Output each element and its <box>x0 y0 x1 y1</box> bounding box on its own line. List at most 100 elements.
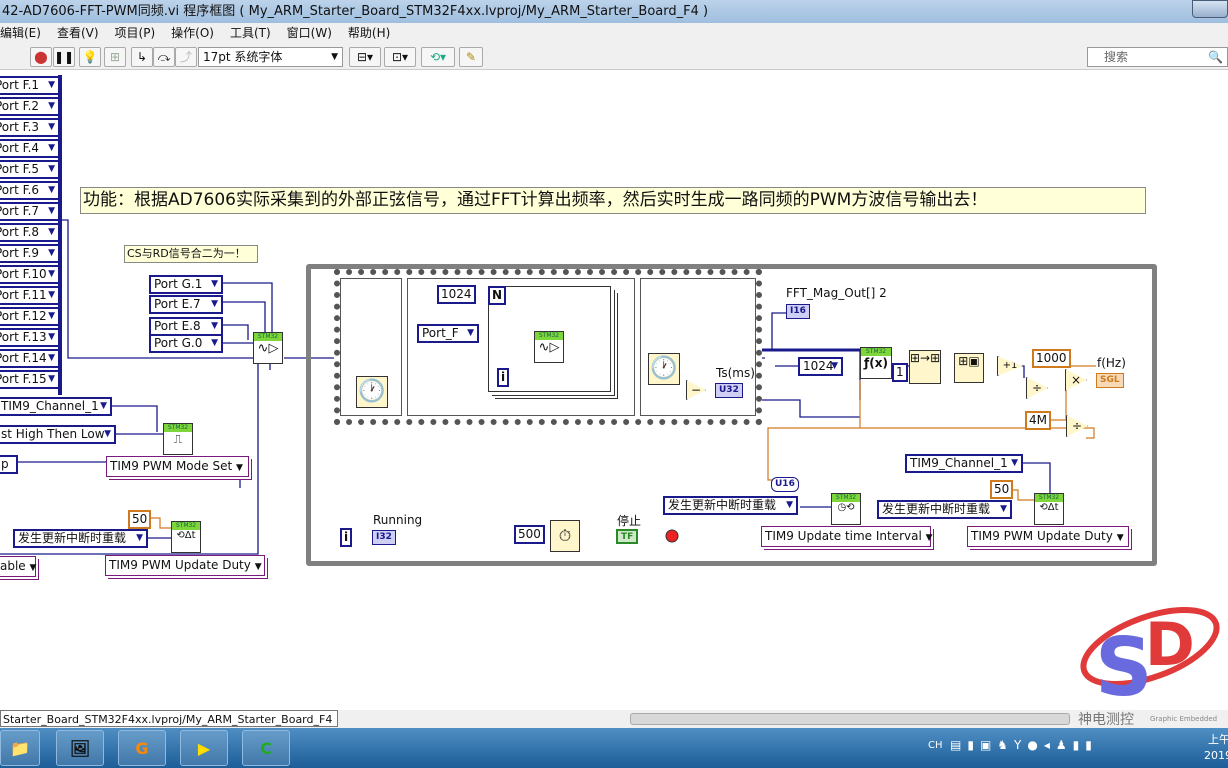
tray-icons[interactable]: ▤▮▣♞Y●◂♟▮▮ <box>950 738 1098 752</box>
pwm-mode-enum[interactable]: st High Then Low ▼ <box>0 425 116 444</box>
port-f2[interactable]: Port F.2▼ <box>0 97 60 116</box>
svg-text:S: S <box>1095 621 1153 710</box>
stop-button[interactable]: TF <box>616 529 639 544</box>
port-f15[interactable]: Port F.15 ▼ <box>0 370 60 389</box>
for-loop-index: i <box>497 368 510 387</box>
status-bar: Starter_Board_STM32F4xx.lvproj/My_ARM_St… <box>0 710 1228 728</box>
search-placeholder: 搜索 <box>1104 50 1129 64</box>
port-f-enum[interactable]: Port_F ▼ <box>417 324 479 343</box>
port-f9[interactable]: Port F.9▼ <box>0 244 60 263</box>
u16-conversion: U16 <box>771 477 799 492</box>
step-over-icon[interactable]: ⤼ <box>153 47 175 67</box>
cleanup-diagram-icon[interactable]: ✎ <box>459 47 483 67</box>
language-indicator[interactable]: CH <box>928 740 943 751</box>
tim9-channel-enum-right[interactable]: TIM9_Channel_1 ▼ <box>905 454 1023 473</box>
wait-const[interactable]: 500 <box>514 525 545 544</box>
port-f4[interactable]: Port F.4▼ <box>0 139 60 158</box>
reorder-icon[interactable]: ⟲▾ <box>421 47 455 67</box>
ts-indicator: U32 <box>715 383 743 398</box>
logo-text: 神电测控 <box>1078 712 1134 728</box>
svg-text:D: D <box>1145 610 1195 680</box>
port-f8[interactable]: Port F.8▼ <box>0 223 60 242</box>
camtasia-taskbar-icon[interactable]: C <box>242 730 290 766</box>
clock-time[interactable]: 上午 <box>1208 731 1228 747</box>
freq-indicator: SGL <box>1096 373 1124 388</box>
photo-viewer-taskbar-icon[interactable]: 🖼 <box>56 730 104 766</box>
search-input[interactable]: 搜索 🔍 <box>1087 47 1228 67</box>
update-duty-ring-left[interactable]: TIM9 PWM Update Duty ▼ <box>105 555 265 576</box>
pause-icon[interactable]: ❚❚ <box>53 47 75 67</box>
step-out-icon[interactable]: ⤴ <box>175 47 197 67</box>
pwm-mode-subvi[interactable]: STM32 ⎍ <box>163 423 193 455</box>
cs-rd-comment: CS与RD信号合二为一！ <box>124 245 258 263</box>
port-f11[interactable]: Port F.11 ▼ <box>0 286 60 305</box>
retain-wire-values-icon[interactable]: ⊞ <box>104 47 126 67</box>
step-into-icon[interactable]: ↳ <box>131 47 153 67</box>
menu-operate[interactable]: 操作(O) <box>171 23 214 43</box>
abort-icon[interactable]: ⬤ <box>30 47 52 67</box>
enable-ring[interactable]: able ▼ <box>0 556 36 577</box>
menu-help[interactable]: 帮助(H) <box>348 23 390 43</box>
port-f7[interactable]: Port F.7▼ <box>0 202 60 221</box>
pwm-duty-subvi-left[interactable]: STM32 ⟲Δt <box>171 521 201 553</box>
k1000-const[interactable]: 1000 <box>1032 349 1071 368</box>
n-const[interactable]: 1024 <box>437 285 476 304</box>
port-f3[interactable]: Port F.3▼ <box>0 118 60 137</box>
function-icon: ƒ(x) <box>864 356 888 370</box>
pwm-duty-subvi-right[interactable]: STM32 ⟲Δt <box>1034 493 1064 525</box>
reload-enum-right-1[interactable]: 发生更新中断时重载 ▼ <box>663 496 798 515</box>
port-f14[interactable]: Port F.14 ▼ <box>0 349 60 368</box>
font-select[interactable]: 17pt 系统字体 ▼ <box>198 47 343 67</box>
menu-project[interactable]: 项目(P) <box>115 23 156 43</box>
duty-const-left[interactable]: 50 <box>128 510 152 529</box>
port-g1[interactable]: Port G.1 ▼ <box>149 275 223 294</box>
tim9-channel-enum-left[interactable]: TIM9_Channel_1 ▼ <box>0 397 112 416</box>
reload-enum-left[interactable]: 发生更新中断时重载 ▼ <box>13 529 148 548</box>
port-f1[interactable]: Port F.1▼ <box>0 76 60 95</box>
update-duty-ring-right[interactable]: TIM9 PWM Update Duty ▼ <box>967 526 1129 547</box>
highlight-execution-icon[interactable]: 💡 <box>79 47 101 67</box>
distribute-icon[interactable]: ⊡▾ <box>384 47 416 67</box>
menu-window[interactable]: 窗口(W) <box>287 23 332 43</box>
menu-view[interactable]: 查看(V) <box>57 23 99 43</box>
toolbar: ⬤ ❚❚ 💡 ⊞ ↳ ⤼ ⤴ 17pt 系统字体 ▼ ⊟▾ ⊡▾ ⟲▾ ✎ <box>0 43 1228 70</box>
update-interval-subvi[interactable]: STM32 ◷⟲ <box>831 493 861 525</box>
duty-const-right[interactable]: 50 <box>990 480 1014 499</box>
function-comment: 功能：根据AD7606实际采集到的外部正弦信号，通过FFT计算出频率，然后实时生… <box>80 187 1146 214</box>
one-const[interactable]: 1 <box>892 363 908 382</box>
sine-icon: ∿▷ <box>257 341 279 356</box>
port-f10[interactable]: Port F.10 ▼ <box>0 265 60 284</box>
port-e7[interactable]: Port E.7 ▼ <box>149 295 223 314</box>
port-f5[interactable]: Port F.5▼ <box>0 160 60 179</box>
partial-enum[interactable]: p <box>0 455 18 474</box>
labview-taskbar-icon[interactable]: ▶ <box>180 730 228 766</box>
explorer-taskbar-icon[interactable]: 📁 <box>0 730 40 766</box>
pwm-mode-set-ring[interactable]: TIM9 PWM Mode Set ▼ <box>106 456 249 477</box>
menu-tools[interactable]: 工具(T) <box>230 23 271 43</box>
fft-size-enum[interactable]: 1024 ▼ <box>798 357 843 376</box>
k4m-const[interactable]: 4M <box>1025 411 1051 430</box>
minimize-button[interactable] <box>1192 0 1228 18</box>
adc-read-subvi[interactable]: STM32 ∿▷ <box>534 331 564 363</box>
block-diagram[interactable]: Port F.1▼ Port F.2▼ Port F.3▼ Port F.4▼ … <box>0 70 1228 710</box>
gpio-init-subvi[interactable]: STM32 ∿▷ <box>253 332 283 364</box>
sine-icon: ∿▷ <box>538 340 560 355</box>
fft-subvi[interactable]: STM32 ƒ(x) <box>860 347 892 379</box>
port-g0[interactable]: Port G.0 ▼ <box>149 334 223 353</box>
reload-enum-right-2[interactable]: 发生更新中断时重载 ▼ <box>877 500 1012 519</box>
horizontal-scrollbar[interactable] <box>630 713 1070 725</box>
port-f12[interactable]: Port F.12 ▼ <box>0 307 60 326</box>
tick-count-icon-2: 🕐 <box>648 353 680 385</box>
fft-out-indicator: I16 <box>786 304 810 319</box>
align-icon[interactable]: ⊟▾ <box>349 47 381 67</box>
update-interval-ring[interactable]: TIM9 Update time Interval ▼ <box>761 526 933 547</box>
font-value: 17pt 系统字体 <box>203 50 283 64</box>
clock-date[interactable]: 2019 <box>1204 749 1228 762</box>
pdf-taskbar-icon[interactable]: G <box>118 730 166 766</box>
menu-edit[interactable]: 编辑(E) <box>0 23 41 43</box>
clock-cycle-icon: ◷⟲ <box>837 502 855 513</box>
timer-cycle-icon: ⟲Δt <box>1039 502 1059 513</box>
stop-label: 停止 <box>617 514 642 528</box>
port-f13[interactable]: Port F.13 ▼ <box>0 328 60 347</box>
port-f6[interactable]: Port F.6▼ <box>0 181 60 200</box>
